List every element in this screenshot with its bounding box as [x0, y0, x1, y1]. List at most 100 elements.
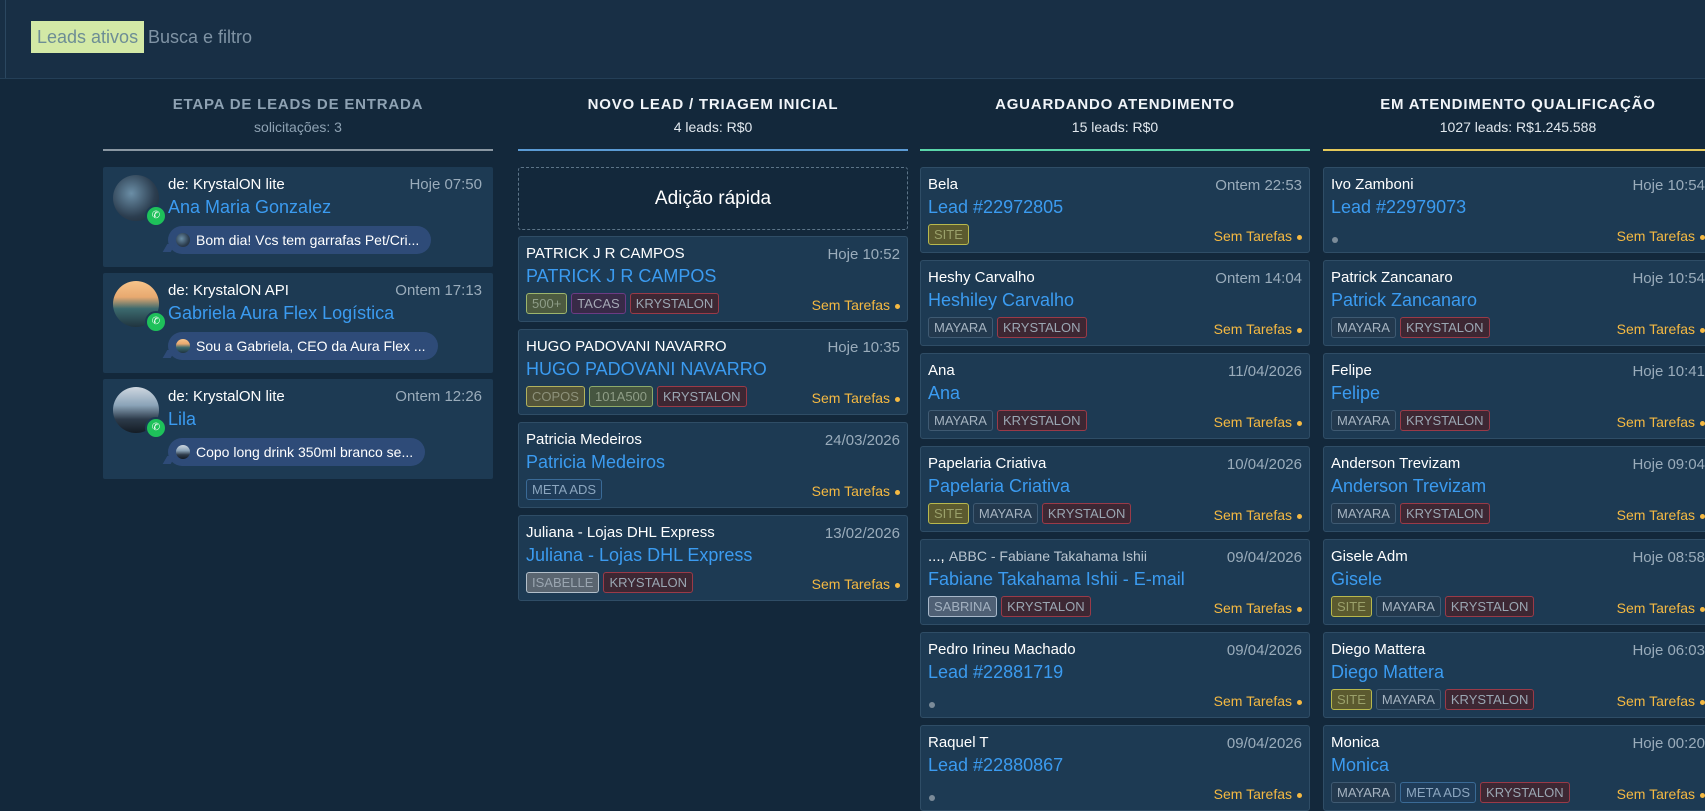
lead-card[interactable]: Ivo Zamboni Hoje 10:54 Lead #22979073 Sem T… [1323, 167, 1705, 253]
lead-title-link[interactable]: Juliana - Lojas DHL Express [526, 545, 900, 566]
tag-badge[interactable]: KRYSTALON [1444, 596, 1535, 617]
task-status[interactable]: Sem Tarefas [812, 390, 900, 406]
tag-badge[interactable]: MAYARA [1331, 503, 1396, 524]
task-status[interactable]: Sem Tarefas [1617, 507, 1705, 523]
tag-badge[interactable]: MAYARA [972, 503, 1038, 524]
tag-badge[interactable]: MAYARA [1375, 689, 1441, 710]
task-status[interactable]: Sem Tarefas [1617, 228, 1705, 244]
lead-title-link[interactable]: Lead #22979073 [1331, 197, 1705, 218]
quick-add-button[interactable]: Adição rápida [518, 167, 908, 230]
tag-badge[interactable]: TACAS [571, 293, 626, 314]
lead-card[interactable]: Patrick Zancanaro Hoje 10:54 Patrick Zanca… [1323, 260, 1705, 346]
lead-card[interactable]: Bela Ontem 22:53 Lead #22972805 SITE Sem Tar… [920, 167, 1310, 253]
tag-badge[interactable]: COPOS [526, 386, 585, 407]
lead-title-link[interactable]: Lead #22880867 [928, 755, 1302, 776]
lead-card[interactable]: Heshy Carvalho Ontem 14:04 Heshiley Carval… [920, 260, 1310, 346]
lead-card[interactable]: ..., ABBC - Fabiane Takahama Ishii 09/04/… [920, 539, 1310, 625]
tag-badge[interactable]: MAYARA [928, 410, 993, 431]
lead-title-link[interactable]: Lead #22881719 [928, 662, 1302, 683]
tag-badge[interactable]: KRYSTALON [996, 317, 1087, 338]
task-status[interactable]: Sem Tarefas [1617, 600, 1705, 616]
tag-badge[interactable]: MAYARA [1375, 596, 1441, 617]
task-status[interactable]: Sem Tarefas [1214, 600, 1302, 616]
lead-title-link[interactable]: Anderson Trevizam [1331, 476, 1705, 497]
tag-badge[interactable]: 500+ [526, 293, 568, 314]
incoming-lead-card[interactable]: ✆ de: KrystalON API Ontem 17:13 Gabriela… [103, 273, 493, 373]
lead-title-link[interactable]: Monica [1331, 755, 1705, 776]
lead-card[interactable]: PATRICK J R CAMPOS Hoje 10:52 PATRICK J R … [518, 236, 908, 322]
tag-badge[interactable]: KRYSTALON [1444, 689, 1535, 710]
lead-title-link[interactable]: Diego Mattera [1331, 662, 1705, 683]
lead-title-link[interactable]: Fabiane Takahama Ishii - E-mail [928, 569, 1302, 590]
tag-badge[interactable]: KRYSTALON [1399, 410, 1490, 431]
task-status[interactable]: Sem Tarefas [812, 576, 900, 592]
message-bubble[interactable]: Bom dia! Vcs tem garrafas Pet/Cri... [162, 226, 432, 254]
lead-title-link[interactable]: HUGO PADOVANI NAVARRO [526, 359, 900, 380]
task-status[interactable]: Sem Tarefas [1214, 321, 1302, 337]
tag-badge[interactable]: MAYARA [1331, 317, 1396, 338]
tag-badge[interactable]: MAYARA [1331, 782, 1396, 803]
lead-card[interactable]: Patricia Medeiros 24/03/2026 Patricia Mede… [518, 422, 908, 508]
task-status[interactable]: Sem Tarefas [1214, 507, 1302, 523]
lead-card[interactable]: Diego Mattera Hoje 06:03 Diego Mattera SITE… [1323, 632, 1705, 718]
search-input[interactable] [148, 21, 548, 53]
tag-badge[interactable]: KRYSTALON [996, 410, 1087, 431]
tag-badge[interactable]: KRYSTALON [603, 572, 693, 593]
lead-card[interactable]: Juliana - Lojas DHL Express 13/02/2026 Jul… [518, 515, 908, 601]
tag-badge[interactable]: META ADS [1399, 782, 1477, 803]
lead-card[interactable]: Papelaria Criativa 10/04/2026 Papelaria Cr… [920, 446, 1310, 532]
task-status[interactable]: Sem Tarefas [1617, 786, 1705, 802]
tag-badge[interactable]: KRYSTALON [1399, 317, 1490, 338]
tag-badge[interactable]: META ADS [526, 479, 603, 500]
lead-name-link[interactable]: Ana Maria Gonzalez [168, 197, 331, 218]
tag-badge[interactable]: KRYSTALON [629, 293, 720, 314]
lead-card[interactable]: Felipe Hoje 10:41 Felipe MAYARA KRYSTALON Sem… [1323, 353, 1705, 439]
incoming-lead-card[interactable]: ✆ de: KrystalON lite Ontem 12:26 Lila Co… [103, 379, 493, 479]
tag-badge[interactable]: SITE [928, 224, 969, 245]
tag-badge[interactable]: KRYSTALON [1480, 782, 1570, 803]
tag-badge[interactable]: SITE [1331, 596, 1372, 617]
task-status[interactable]: Sem Tarefas [1214, 786, 1302, 802]
tag-badge[interactable]: ISABELLE [526, 572, 600, 593]
lead-card[interactable]: Ana 11/04/2026 Ana MAYARA KRYSTALON Sem Taref… [920, 353, 1310, 439]
lead-title-link[interactable]: PATRICK J R CAMPOS [526, 266, 900, 287]
active-leads-filter-pill[interactable]: Leads ativos [31, 21, 145, 53]
task-status[interactable]: Sem Tarefas [812, 297, 900, 313]
lead-name-link[interactable]: Lila [168, 409, 196, 430]
lead-name-link[interactable]: Gabriela Aura Flex Logística [168, 303, 394, 324]
lead-title-link[interactable]: Gisele [1331, 569, 1705, 590]
lead-card[interactable]: Pedro Irineu Machado 09/04/2026 Lead #2288… [920, 632, 1310, 718]
tag-badge[interactable]: KRYSTALON [1399, 503, 1490, 524]
tag-badge[interactable]: KRYSTALON [1041, 503, 1132, 524]
lead-card[interactable]: Anderson Trevizam Hoje 09:04 Anderson Trev… [1323, 446, 1705, 532]
lead-title-link[interactable]: Papelaria Criativa [928, 476, 1302, 497]
tag-badge[interactable]: SITE [928, 503, 969, 524]
lead-title-link[interactable]: Felipe [1331, 383, 1705, 404]
lead-title-link[interactable]: Lead #22972805 [928, 197, 1302, 218]
task-status[interactable]: Sem Tarefas [1214, 228, 1302, 244]
lead-card[interactable]: Gisele Adm Hoje 08:58 Gisele SITE MAYARA KRYS… [1323, 539, 1705, 625]
task-status[interactable]: Sem Tarefas [1214, 414, 1302, 430]
lead-card[interactable]: Raquel T 09/04/2026 Lead #22880867 Sem Tare… [920, 725, 1310, 811]
lead-title-link[interactable]: Patricia Medeiros [526, 452, 900, 473]
tag-badge[interactable]: KRYSTALON [657, 386, 747, 407]
message-bubble[interactable]: Copo long drink 350ml branco se... [162, 438, 426, 466]
task-status[interactable]: Sem Tarefas [1617, 693, 1705, 709]
lead-card[interactable]: HUGO PADOVANI NAVARRO Hoje 10:35 HUGO PADO… [518, 329, 908, 415]
task-status[interactable]: Sem Tarefas [1617, 321, 1705, 337]
tag-badge[interactable]: SABRINA [928, 596, 998, 617]
task-status[interactable]: Sem Tarefas [1617, 414, 1705, 430]
tag-badge[interactable]: SITE [1331, 689, 1372, 710]
lead-card[interactable]: Monica Hoje 00:20 Monica MAYARA META ADS KRYS… [1323, 725, 1705, 811]
message-bubble[interactable]: Sou a Gabriela, CEO da Aura Flex ... [162, 332, 438, 360]
lead-title-link[interactable]: Patrick Zancanaro [1331, 290, 1705, 311]
lead-title-link[interactable]: Heshiley Carvalho [928, 290, 1302, 311]
tag-badge[interactable]: KRYSTALON [1001, 596, 1091, 617]
tag-badge[interactable]: 101A500 [588, 386, 654, 407]
task-status[interactable]: Sem Tarefas [812, 483, 900, 499]
tag-badge[interactable]: MAYARA [1331, 410, 1396, 431]
incoming-lead-card[interactable]: ✆ de: KrystalON lite Hoje 07:50 Ana Mari… [103, 167, 493, 267]
tag-badge[interactable]: MAYARA [928, 317, 993, 338]
lead-title-link[interactable]: Ana [928, 383, 1302, 404]
task-status[interactable]: Sem Tarefas [1214, 693, 1302, 709]
